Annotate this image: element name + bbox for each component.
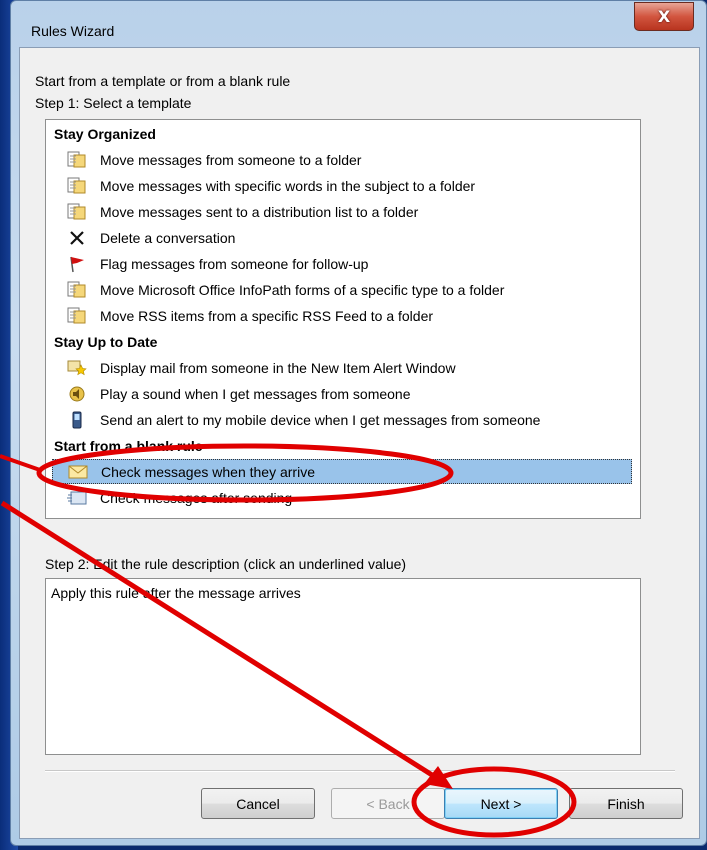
template-item[interactable]: Move messages sent to a distribution lis…: [66, 199, 418, 224]
step1-label: Step 1: Select a template: [35, 95, 192, 111]
template-item[interactable]: Send an alert to my mobile device when I…: [66, 407, 540, 432]
rule-description-text: Apply this rule after the message arrive…: [51, 585, 301, 601]
cancel-button[interactable]: Cancel: [201, 788, 315, 819]
template-item-label: Play a sound when I get messages from so…: [100, 385, 411, 402]
move-to-folder-icon: [66, 150, 88, 170]
delete-x-icon: [66, 228, 88, 248]
template-item[interactable]: Move Microsoft Office InfoPath forms of …: [66, 277, 504, 302]
speaker-icon: [66, 384, 88, 404]
intro-text: Start from a template or from a blank ru…: [35, 73, 291, 89]
group-header-blank-rule: Start from a blank rule: [54, 438, 203, 454]
close-button[interactable]: X: [634, 2, 694, 31]
rule-description-box[interactable]: Apply this rule after the message arrive…: [45, 578, 641, 755]
template-item[interactable]: Move messages from someone to a folder: [66, 147, 361, 172]
back-button[interactable]: < Back: [331, 788, 445, 819]
template-item-label: Move messages with specific words in the…: [100, 177, 476, 194]
close-icon: X: [657, 7, 671, 26]
template-item-label: Move messages sent to a distribution lis…: [100, 203, 419, 220]
template-item[interactable]: Delete a conversation: [66, 225, 235, 250]
template-item-label: Send an alert to my mobile device when I…: [100, 411, 541, 428]
template-item[interactable]: Move messages with specific words in the…: [66, 173, 475, 198]
template-item[interactable]: Move RSS items from a specific RSS Feed …: [66, 303, 433, 328]
next-button[interactable]: Next >: [444, 788, 558, 819]
rules-wizard-dialog: Rules Wizard X Start from a template or …: [10, 0, 707, 846]
template-item-label: Move messages from someone to a folder: [100, 151, 362, 168]
template-item[interactable]: Display mail from someone in the New Ite…: [66, 355, 456, 380]
template-item[interactable]: Check messages after sending: [66, 485, 292, 510]
template-item-label: Flag messages from someone for follow-up: [100, 255, 369, 272]
move-to-folder-icon: [66, 202, 88, 222]
button-separator: [45, 770, 675, 772]
template-item[interactable]: Flag messages from someone for follow-up: [66, 251, 368, 276]
template-item-selected[interactable]: Check messages when they arrive: [52, 459, 632, 484]
template-item-label: Check messages when they arrive: [101, 463, 315, 480]
step2-label: Step 2: Edit the rule description (click…: [45, 556, 407, 572]
template-item[interactable]: Play a sound when I get messages from so…: [66, 381, 411, 406]
move-to-folder-icon: [66, 280, 88, 300]
alert-star-icon: [66, 358, 88, 378]
template-item-label: Move RSS items from a specific RSS Feed …: [100, 307, 434, 324]
template-item-label: Move Microsoft Office InfoPath forms of …: [100, 281, 505, 298]
template-item-label: Check messages after sending: [100, 489, 293, 506]
envelope-icon: [67, 462, 89, 482]
mobile-device-icon: [66, 410, 88, 430]
flag-icon: [66, 254, 88, 274]
template-item-label: Display mail from someone in the New Ite…: [100, 359, 456, 376]
group-header-stay-up-to-date: Stay Up to Date: [54, 334, 158, 350]
template-item-label: Delete a conversation: [100, 229, 236, 246]
title-bar[interactable]: Rules Wizard X: [11, 1, 706, 47]
group-header-stay-organized: Stay Organized: [54, 126, 156, 142]
move-to-folder-icon: [66, 306, 88, 326]
window-title: Rules Wizard: [31, 23, 115, 39]
dialog-client-area: Start from a template or from a blank ru…: [19, 47, 700, 839]
finish-button[interactable]: Finish: [569, 788, 683, 819]
move-to-folder-icon: [66, 176, 88, 196]
template-list[interactable]: Stay Organized Move messages from someon…: [45, 119, 641, 519]
sent-message-icon: [66, 488, 88, 508]
